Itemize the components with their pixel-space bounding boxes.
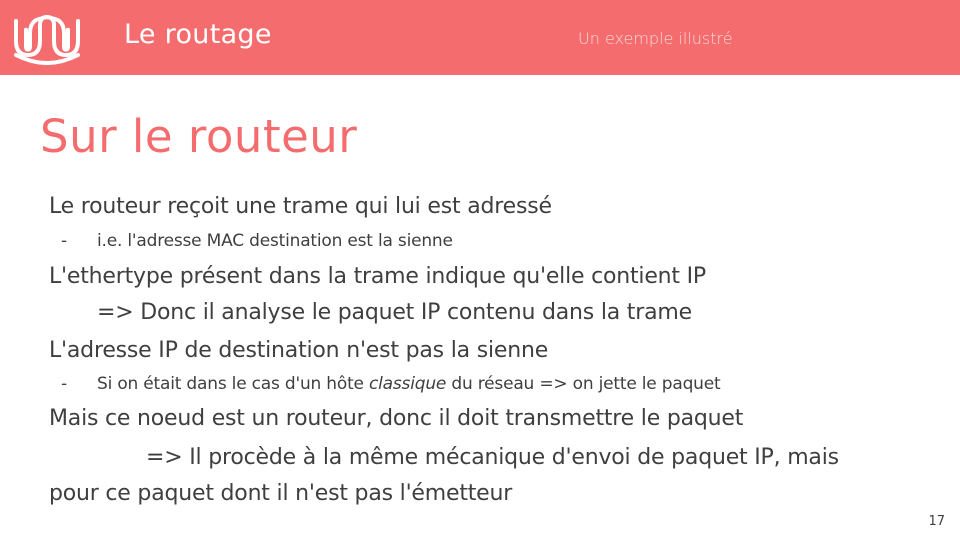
body-line-2: L'ethertype présent dans la trame indiqu… <box>49 264 706 289</box>
bullet-line-2: - Si on était dans le cas d'un hôte class… <box>49 374 721 394</box>
bullet-text: i.e. l'adresse MAC destination est la si… <box>97 231 453 251</box>
body-line-1: Le routeur reçoit une trame qui lui est … <box>49 194 552 219</box>
bullet-dash: - <box>61 231 67 251</box>
header-title: Le routage <box>124 19 272 50</box>
slide-title: Sur le routeur <box>40 110 358 163</box>
wavy-loop-logo-icon <box>14 14 80 65</box>
body-line-6-indented: => Il procède à la même mécanique d'envo… <box>146 445 839 470</box>
bullet-dash: - <box>61 374 67 394</box>
bullet-text-before: Si on était dans le cas d'un hôte <box>97 374 370 394</box>
header-subtitle: Un exemple illustré <box>578 29 733 48</box>
body-line-5: Mais ce noeud est un routeur, donc il do… <box>49 406 744 431</box>
bullet-line-1: - i.e. l'adresse MAC destination est la s… <box>49 231 453 251</box>
body-line-4: L'adresse IP de destination n'est pas la… <box>49 338 549 363</box>
bullet-text-emphasis: classique <box>369 374 447 394</box>
body-line-3-indented: => Donc il analyse le paquet IP contenu … <box>97 300 692 325</box>
page-number: 17 <box>928 514 945 529</box>
body-line-7: pour ce paquet dont il n'est pas l'émett… <box>49 481 513 506</box>
header-bar: Le routage Un exemple illustré <box>0 0 960 75</box>
bullet-text-after: du réseau => on jette le paquet <box>446 374 721 394</box>
